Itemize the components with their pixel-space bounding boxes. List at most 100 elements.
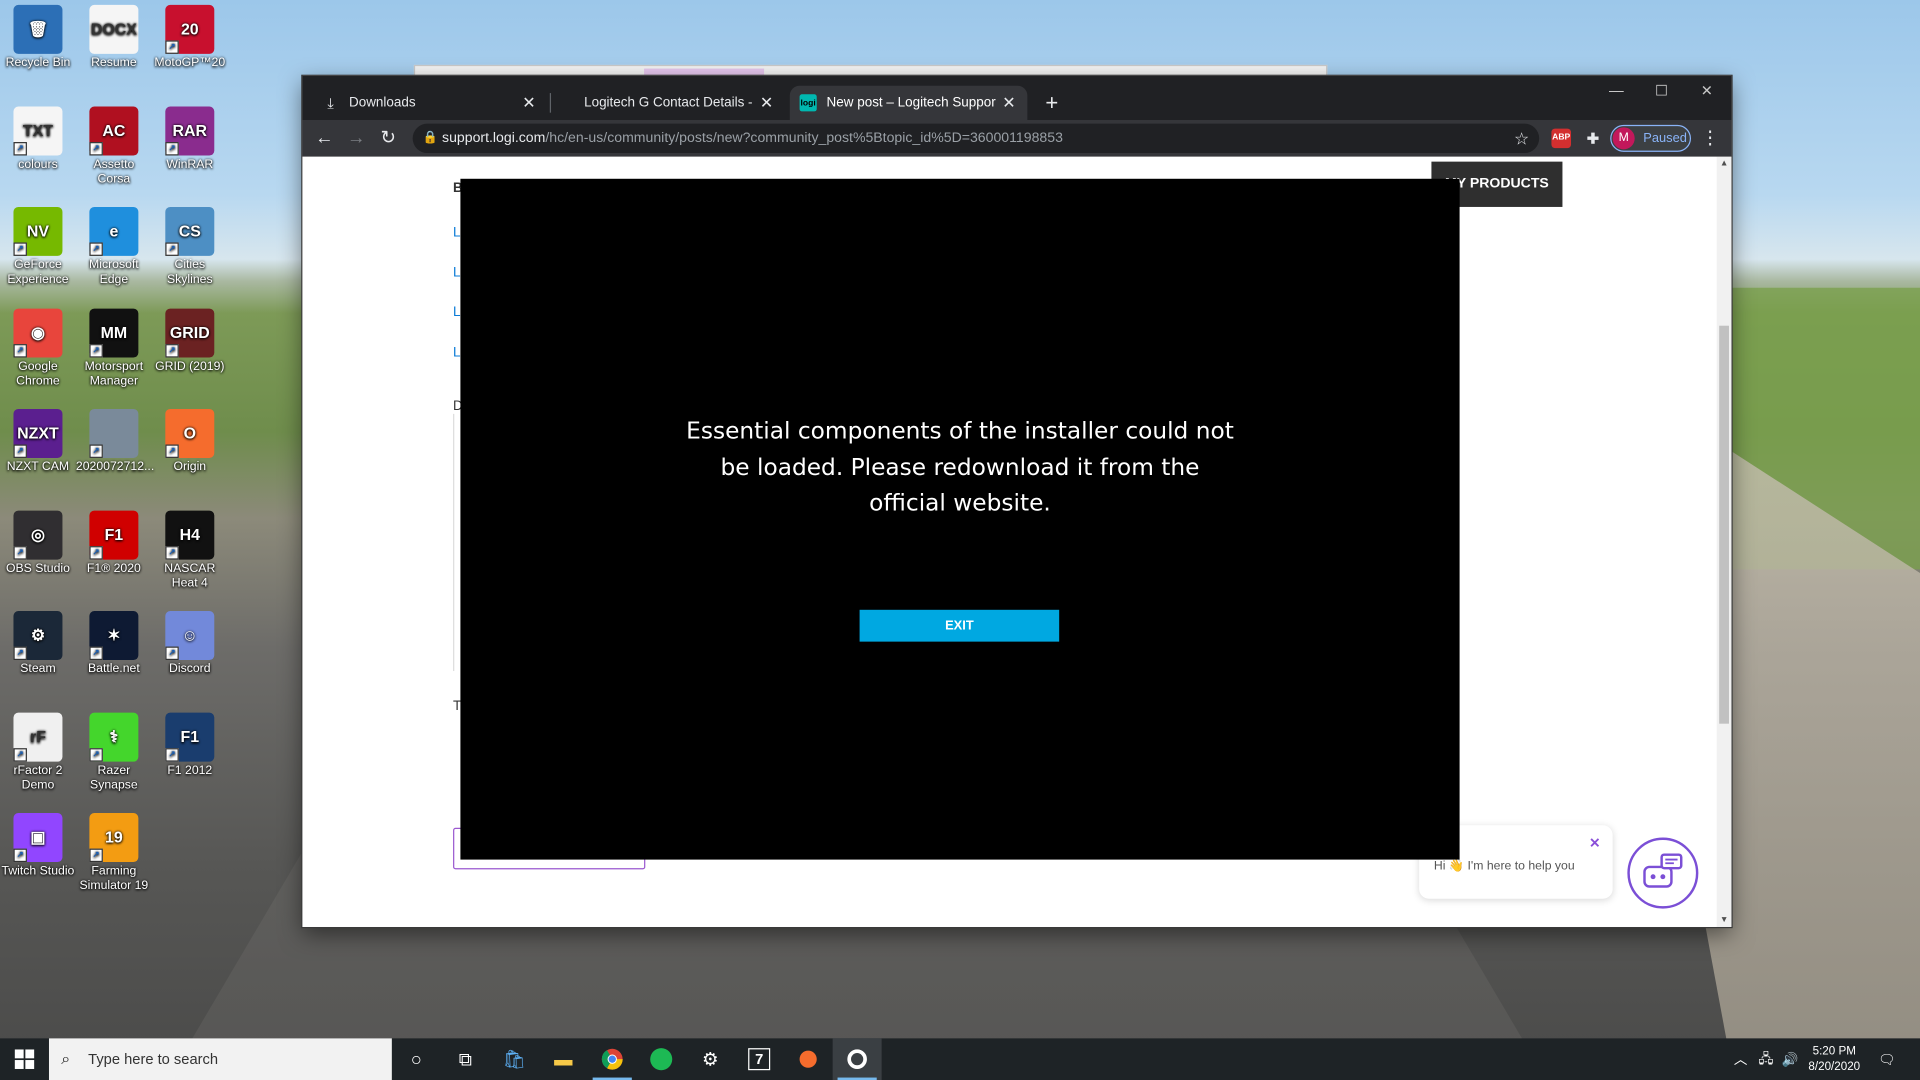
desktop-icon[interactable]: 20 ↗ MotoGP™20 [152,4,228,71]
desktop-icon[interactable]: H4 ↗ NASCAR Heat 4 [152,510,228,591]
chat-close-icon[interactable]: ✕ [1589,835,1600,851]
maximize-button[interactable]: ☐ [1638,76,1685,105]
speaker-icon: 🔊 [1781,1052,1799,1068]
shortcut-arrow-icon: ↗ [89,444,103,458]
desktop-icon-label: colours [18,157,58,171]
volume-tray-icon[interactable]: 🔊 [1782,1038,1799,1080]
tab-logitech-contact[interactable]: Logitech G Contact Details - Corp ✕ [574,86,785,120]
profile-button[interactable]: M Paused [1610,124,1692,152]
extensions-puzzle-icon[interactable]: ✚ [1583,129,1603,149]
desktop-icon[interactable]: MM ↗ Motorsport Manager [76,307,152,389]
desktop-icon[interactable]: ⚙ ↗ Steam [0,611,76,677]
app-icon: NZXT ↗ [13,408,63,458]
shortcut-arrow-icon: ↗ [89,545,103,559]
menu-kebab-icon[interactable]: ⋮ [1701,126,1719,150]
taskbar-steam[interactable]: ⚙ [686,1038,735,1080]
scrollbar-thumb[interactable] [1719,325,1729,724]
bookmark-star-icon[interactable]: ☆ [1514,124,1529,153]
download-icon: ⤓ [327,93,334,111]
desktop-icon[interactable]: F1 ↗ F1® 2020 [76,510,152,576]
forward-button[interactable]: → [344,126,368,150]
taskbar-file-explorer[interactable]: ▬ [539,1038,588,1080]
desktop-icon[interactable]: ◉ ↗ Google Chrome [0,307,76,389]
taskbar-chrome[interactable] [588,1038,637,1080]
cortana-button[interactable]: ○ [392,1038,441,1080]
spotify-icon [650,1048,673,1071]
details-textarea-edge[interactable] [453,413,459,672]
desktop-icon-label: Razer Synapse [90,763,138,792]
app-icon: 19 ↗ [89,813,139,863]
exit-button[interactable]: EXIT [859,609,1060,642]
desktop-icon[interactable]: CS ↗ Cities Skylines [152,206,228,288]
taskbar-store[interactable]: 🛍 [490,1038,539,1080]
taskbar-7zip[interactable]: 7 [735,1038,784,1080]
back-button[interactable]: ← [312,126,336,150]
desktop-icon[interactable]: GRID ↗ GRID (2019) [152,307,228,374]
close-tab-icon[interactable]: ✕ [1000,93,1017,113]
close-window-button[interactable]: ✕ [1684,76,1731,105]
minimize-button[interactable]: — [1593,76,1640,105]
tab-downloads[interactable]: ⤓ Downloads ✕ [312,86,547,120]
app-icon: ◎ ↗ [13,510,63,559]
desktop-icon[interactable]: ☺ ↗ Discord [152,611,228,677]
desktop-icon[interactable]: rF ↗ rFactor 2 Demo [0,712,76,793]
desktop-icon-label: Twitch Studio [1,864,75,878]
show-hidden-icons-button[interactable]: ︿ [1734,1038,1747,1080]
address-bar[interactable]: 🔒 support.logi.com/hc/en-us/community/po… [412,123,1540,154]
desktop-icon[interactable]: F1 ↗ F1 2012 [152,712,228,778]
logitech-g-icon [847,1049,867,1069]
cortana-icon: ○ [410,1048,422,1070]
desktop-icon[interactable]: NV ↗ GeForce Experience [0,206,76,288]
reload-button[interactable]: ↻ [376,126,400,150]
desktop-icon[interactable]: NZXT ↗ NZXT CAM [0,408,76,475]
desktop-icon[interactable]: TXT ↗ colours [0,105,76,172]
app-icon: 🗑 [13,4,63,54]
app-icon: ◉ ↗ [13,307,63,357]
desktop-icon-label: MotoGP™20 [154,56,226,70]
page-scrollbar[interactable]: ▲ ▼ [1716,156,1732,927]
close-tab-icon[interactable]: ✕ [758,93,775,113]
tab-new-post[interactable]: logi New post – Logitech Support + D ✕ [789,85,1028,121]
desktop-icon[interactable]: 🗑 Recycle Bin [0,4,76,71]
shortcut-arrow-icon: ↗ [165,141,179,155]
desktop-icon[interactable]: ▣ ↗ Twitch Studio [0,813,76,879]
desktop-icon[interactable]: RAR ↗ WinRAR [152,105,228,172]
desktop-icon-label: Motorsport Manager [84,359,144,388]
desktop-icon[interactable]: ◎ ↗ OBS Studio [0,510,76,576]
desktop-icon-label: Google Chrome [16,359,60,388]
desktop-icon[interactable]: DOCX Resume [76,4,152,71]
chatbot-launcher[interactable] [1627,837,1699,909]
action-center-button[interactable]: 🗨 [1878,1038,1895,1080]
chevron-up-icon: ︿ [1733,1053,1748,1068]
desktop-icon[interactable]: O ↗ Origin [152,408,228,475]
desktop-icon[interactable]: e ↗ Microsoft Edge [76,206,152,288]
desktop-icon[interactable]: 19 ↗ Farming Simulator 19 [76,813,152,894]
taskbar-spotify[interactable] [637,1038,686,1080]
shortcut-arrow-icon: ↗ [165,242,179,256]
notification-icon: 🗨 [1878,1052,1896,1068]
desktop-icon[interactable]: ⚕ ↗ Razer Synapse [76,712,152,793]
desktop-icon-label: NASCAR Heat 4 [164,561,216,590]
url-path: /hc/en-us/community/posts/new?community_… [545,131,1063,146]
task-view-button[interactable]: ⧉ [441,1038,490,1080]
taskbar-origin[interactable] [784,1038,833,1080]
shortcut-arrow-icon: ↗ [89,646,103,661]
scroll-down-arrow[interactable]: ▼ [1717,916,1732,925]
taskbar-clock[interactable]: 5:20 PM 8/20/2020 [1800,1043,1869,1075]
taskbar-search-box[interactable]: ⌕ Type here to search [48,1038,392,1080]
desktop-icon[interactable]: AC ↗ Assetto Corsa [76,105,152,187]
app-icon: rF ↗ [13,712,63,762]
desktop-icon[interactable]: ↗ 2020072712... [76,408,154,475]
new-tab-button[interactable]: + [1037,88,1066,117]
taskbar-logitech-g-hub[interactable] [832,1038,882,1080]
adblock-extension-icon[interactable]: ABP [1551,128,1572,149]
shortcut-arrow-icon: ↗ [13,747,27,762]
taskbar: ⌕ Type here to search ○ ⧉ 🛍 ▬ ⚙ 7 ︿ 🖧 🔊 … [0,1038,1920,1080]
desktop-icon-label: GRID (2019) [155,359,225,373]
desktop-icon[interactable]: ✶ ↗ Battle.net [76,611,152,677]
shortcut-arrow-icon: ↗ [89,343,103,357]
start-button[interactable] [0,1038,49,1080]
close-tab-icon[interactable]: ✕ [520,93,537,113]
scroll-up-arrow[interactable]: ▲ [1717,159,1732,168]
network-tray-icon[interactable]: 🖧 [1758,1038,1773,1080]
